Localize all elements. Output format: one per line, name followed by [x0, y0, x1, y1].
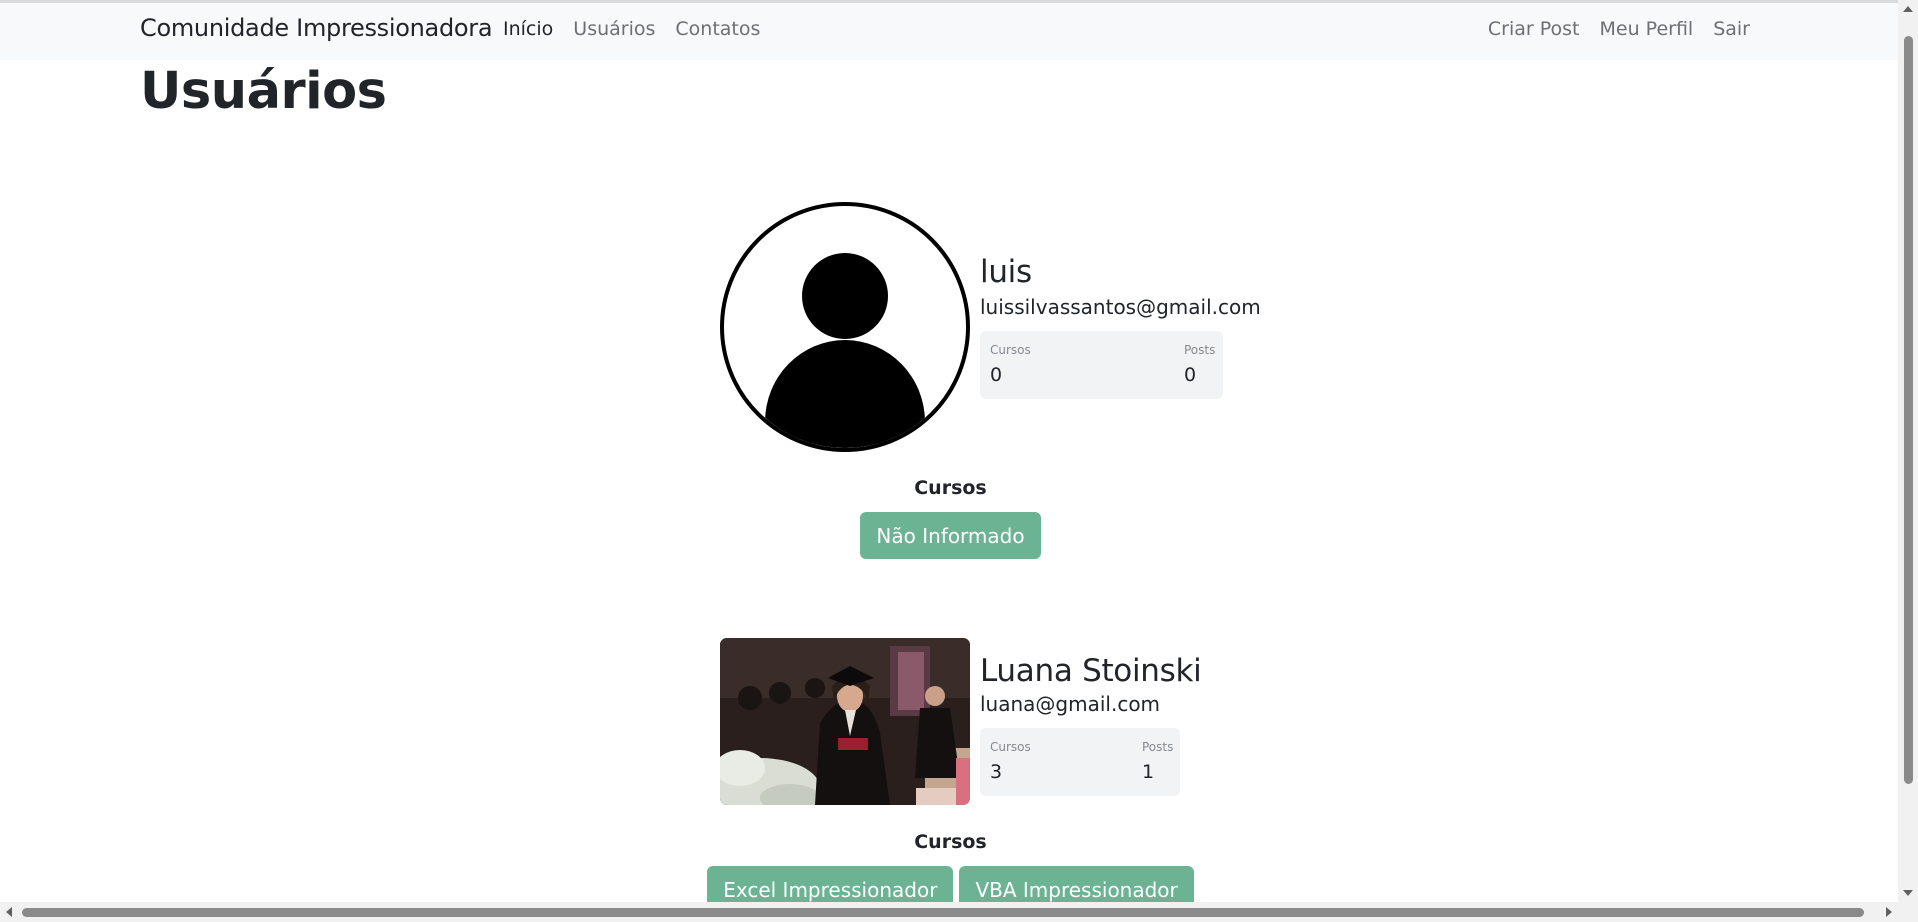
nav-link-criar-post[interactable]: Criar Post: [1488, 18, 1580, 40]
horizontal-scroll-thumb[interactable]: [22, 908, 1864, 917]
course-list: Não Informado: [0, 512, 1901, 559]
horizontal-scrollbar[interactable]: [0, 902, 1918, 922]
courses-heading: Cursos: [914, 477, 987, 499]
course-button[interactable]: Não Informado: [860, 512, 1041, 559]
courses-heading: Cursos: [914, 831, 987, 853]
scroll-right-arrow-icon[interactable]: [1886, 907, 1892, 917]
stat-cursos-value: 0: [990, 364, 1003, 386]
scroll-left-arrow-icon[interactable]: [6, 907, 12, 917]
stat-posts-label: Posts: [1142, 740, 1174, 754]
user-email: luissilvassantos@gmail.com: [980, 295, 1261, 319]
nav-link-contatos[interactable]: Contatos: [675, 18, 760, 40]
default-user-icon: [720, 202, 970, 452]
stat-posts-value: 0: [1184, 364, 1197, 386]
navbar-brand[interactable]: Comunidade Impressionadora: [140, 14, 493, 42]
user-name: luis: [980, 254, 1032, 290]
nav-link-inicio[interactable]: Início: [503, 18, 553, 40]
nav-link-usuarios[interactable]: Usuários: [573, 18, 655, 40]
stat-posts-value: 1: [1142, 761, 1155, 783]
page-title: Usuários: [140, 62, 387, 121]
nav-link-meu-perfil[interactable]: Meu Perfil: [1600, 18, 1694, 40]
user-card: Luana Stoinski luana@gmail.com Cursos 3 …: [720, 638, 1240, 818]
stat-posts-label: Posts: [1184, 343, 1216, 357]
user-card: luis luissilvassantos@gmail.com Cursos 0…: [720, 202, 1261, 462]
stat-cursos-value: 3: [990, 761, 1003, 783]
user-stats: Cursos 3 Posts 1: [980, 728, 1180, 796]
scroll-up-arrow-icon[interactable]: [1903, 6, 1913, 12]
user-email: luana@gmail.com: [980, 692, 1161, 716]
user-stats: Cursos 0 Posts 0: [980, 331, 1223, 399]
user-name: Luana Stoinski: [980, 653, 1202, 689]
nav-left-links: Início Usuários Contatos: [503, 18, 760, 40]
stat-cursos-label: Cursos: [990, 343, 1031, 357]
scroll-down-arrow-icon[interactable]: [1903, 890, 1913, 896]
stat-cursos-label: Cursos: [990, 740, 1031, 754]
user-photo: [720, 638, 970, 805]
vertical-scrollbar[interactable]: [1898, 0, 1918, 902]
navbar: Comunidade Impressionadora Início Usuári…: [0, 3, 1898, 60]
vertical-scroll-thumb[interactable]: [1904, 36, 1913, 784]
nav-link-sair[interactable]: Sair: [1713, 18, 1750, 40]
nav-right-links: Criar Post Meu Perfil Sair: [1488, 18, 1750, 40]
